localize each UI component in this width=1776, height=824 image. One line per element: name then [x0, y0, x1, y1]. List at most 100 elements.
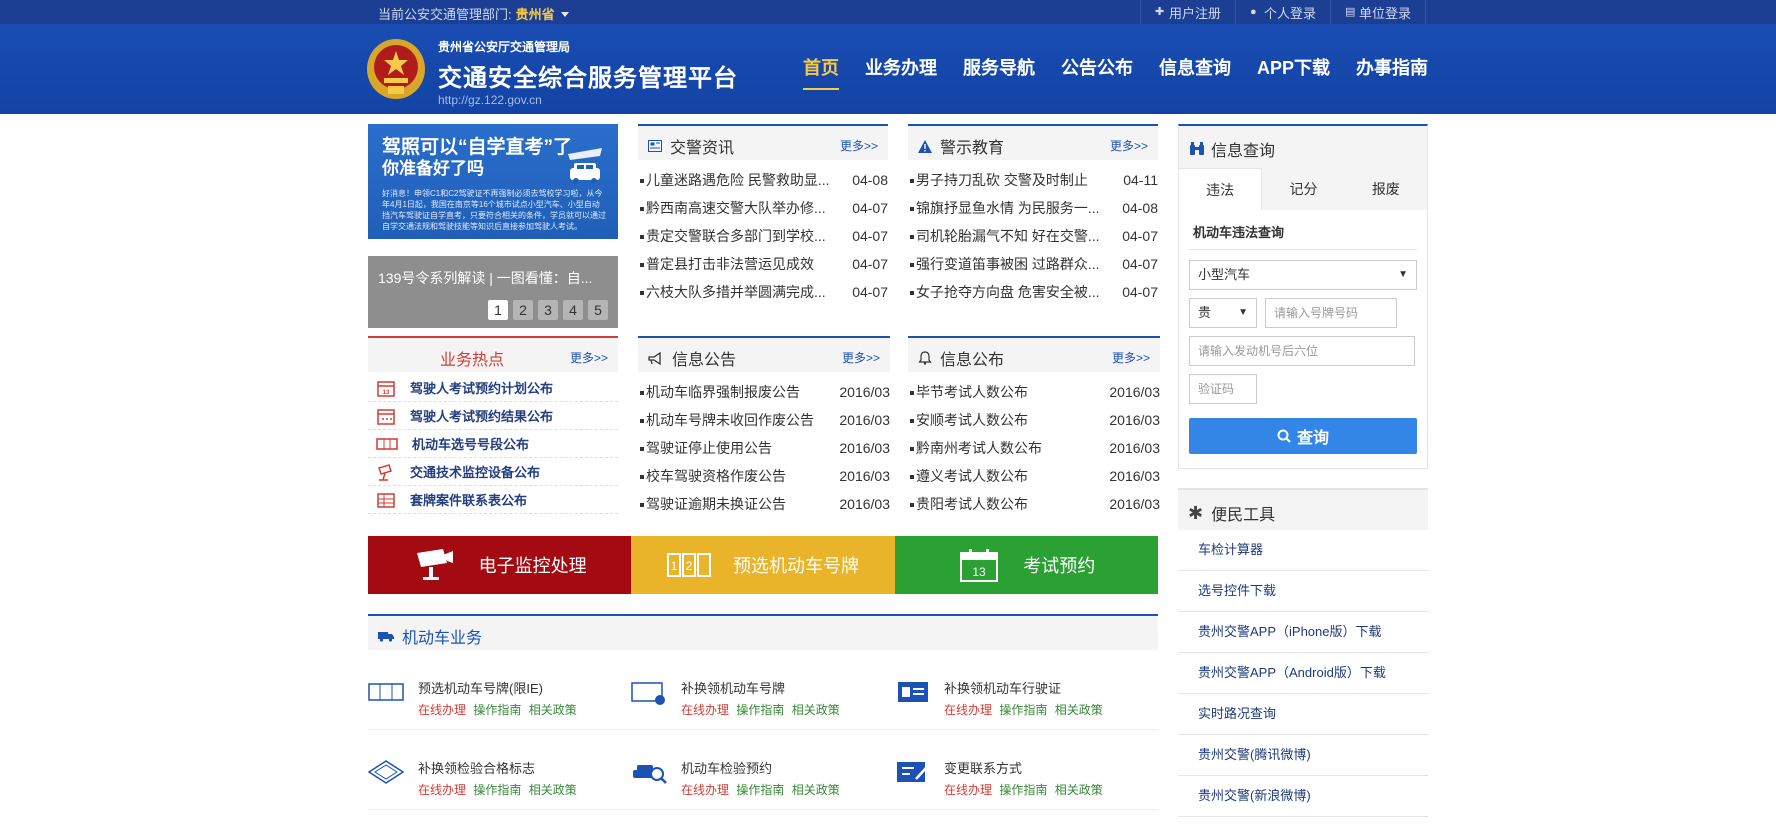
slider-dot-1[interactable]: 1 — [488, 300, 508, 320]
query-button[interactable]: 查询 — [1189, 418, 1417, 454]
related-policy-link[interactable]: 相关政策 — [1055, 783, 1103, 797]
list-item[interactable]: 贵州交警(腾讯微博) — [1178, 735, 1428, 776]
vehicle-item-inspection-mark[interactable]: 补换领检验合格标志 在线办理 操作指南 相关政策 — [368, 730, 631, 810]
list-item[interactable]: 强行变道笛事被困 过路群众... 04-07 — [908, 250, 1158, 278]
list-item[interactable]: 选号控件下载 — [1178, 571, 1428, 612]
list-item[interactable]: 贵阳考试人数公布 2016/03 — [908, 490, 1160, 518]
list-item[interactable]: 套牌案件联系表公布 — [368, 486, 618, 514]
exam-booking-button[interactable]: 13 考试预约 — [894, 536, 1158, 594]
vehicle-item-change-contact[interactable]: 变更联系方式 在线办理 操作指南 相关政策 — [894, 730, 1158, 810]
list-item[interactable]: 毕节考试人数公布 2016/03 — [908, 378, 1160, 406]
list-item[interactable]: 驾驶证逾期未换证公告 2016/03 — [638, 490, 890, 518]
news-date: 04-07 — [1122, 228, 1158, 244]
operation-guide-link[interactable]: 操作指南 — [473, 783, 521, 797]
nav-service-guide[interactable]: 服务导航 — [963, 54, 1035, 90]
nav-home[interactable]: 首页 — [802, 54, 839, 90]
list-item[interactable]: 机动车选号号段公布 — [368, 430, 618, 458]
list-item[interactable]: 儿童迷路遇危险 民警救助显... 04-08 — [638, 166, 888, 194]
list-item[interactable]: 贵州交警APP（Android版）下载 — [1178, 653, 1428, 694]
related-policy-link[interactable]: 相关政策 — [1055, 703, 1103, 717]
online-handle-link[interactable]: 在线办理 — [944, 783, 992, 797]
personal-login-link[interactable]: ● 个人登录 — [1234, 0, 1330, 24]
company-login-link[interactable]: ▤ 单位登录 — [1329, 0, 1426, 24]
list-item[interactable]: 机动车临界强制报废公告 2016/03 — [638, 378, 890, 406]
department-selector[interactable]: 当前公安交通管理部门: 贵州省 — [378, 4, 569, 23]
nav-guide[interactable]: 办事指南 — [1356, 54, 1428, 90]
nav-business[interactable]: 业务办理 — [865, 54, 937, 90]
list-item[interactable]: 贵州交警(新浪微博) — [1178, 776, 1428, 817]
list-item[interactable]: 六枝大队多措并举圆满完成... 04-07 — [638, 278, 888, 306]
list-item[interactable]: 13 驾驶人考试预约计划公布 — [368, 374, 618, 402]
list-item[interactable]: 黔南州考试人数公布 2016/03 — [908, 434, 1160, 462]
list-item[interactable]: 贵定交警联合多部门到学校... 04-07 — [638, 222, 888, 250]
info-publish-more-link[interactable]: 更多>> — [1112, 349, 1150, 366]
police-car-icon — [568, 148, 602, 184]
register-link[interactable]: ✚ 用户注册 — [1139, 0, 1235, 24]
list-item[interactable]: 遵义考试人数公布 2016/03 — [908, 462, 1160, 490]
nav-info-query[interactable]: 信息查询 — [1159, 54, 1231, 90]
related-policy-link[interactable]: 相关政策 — [792, 783, 840, 797]
tab-violation[interactable]: 违法 — [1179, 168, 1263, 210]
vehicle-type-select[interactable]: 小型汽车 ▼ — [1189, 260, 1417, 290]
online-handle-link[interactable]: 在线办理 — [418, 703, 466, 717]
list-item[interactable]: 男子持刀乱砍 交警及时制止 04-11 — [908, 166, 1158, 194]
nav-app-download[interactable]: APP下载 — [1257, 54, 1330, 90]
list-item[interactable]: 驾驶人考试预约结果公布 — [368, 402, 618, 430]
nav-announcements[interactable]: 公告公布 — [1061, 54, 1133, 90]
list-item[interactable]: 锦旗抒显鱼水情 为民服务一... 04-08 — [908, 194, 1158, 222]
list-item[interactable]: 校车驾驶资格作废公告 2016/03 — [638, 462, 890, 490]
list-item[interactable]: 贵州交警APP（iPhone版）下载 — [1178, 612, 1428, 653]
vehicle-item-preselect-plate[interactable]: 预选机动车号牌(限IE) 在线办理 操作指南 相关政策 — [368, 650, 631, 730]
account-links: ✚ 用户注册 ● 个人登录 ▤ 单位登录 — [1139, 0, 1426, 24]
vehicle-item-replace-plate[interactable]: 补换领机动车号牌 在线办理 操作指南 相关政策 — [631, 650, 894, 730]
hot-business-more-link[interactable]: 更多>> — [570, 349, 608, 366]
operation-guide-link[interactable]: 操作指南 — [473, 703, 521, 717]
traffic-news-more-link[interactable]: 更多>> — [840, 137, 878, 154]
tab-scrap[interactable]: 报废 — [1345, 168, 1427, 210]
operation-guide-link[interactable]: 操作指南 — [999, 703, 1047, 717]
list-item[interactable]: 实时路况查询 — [1178, 694, 1428, 735]
online-handle-link[interactable]: 在线办理 — [681, 783, 729, 797]
self-study-banner[interactable]: 驾照可以“自学直考”了 你准备好了吗 好消息！申领C1和C2驾驶证不再强制必须去… — [368, 124, 618, 239]
slider-caption[interactable]: 139号令系列解读 | 一图看懂：自... — [378, 268, 592, 288]
list-item[interactable]: 女子抢夺方向盘 危害安全被... 04-07 — [908, 278, 1158, 306]
electronic-monitoring-button[interactable]: 电子监控处理 — [368, 536, 632, 594]
list-item[interactable]: 交通技术监控设备公布 — [368, 458, 618, 486]
list-item[interactable]: 安顺考试人数公布 2016/03 — [908, 406, 1160, 434]
preselect-plate-button[interactable]: 12 预选机动车号牌 — [631, 536, 895, 594]
list-item[interactable]: 机动车号牌未收回作废公告 2016/03 — [638, 406, 890, 434]
slider-dot-3[interactable]: 3 — [538, 300, 558, 320]
slider-dot-4[interactable]: 4 — [563, 300, 583, 320]
list-item[interactable]: 车检计算器 — [1178, 530, 1428, 571]
list-item[interactable]: 司机轮胎漏气不知 好在交警... 04-07 — [908, 222, 1158, 250]
list-item[interactable]: 普定县打击非法营运见成效 04-07 — [638, 250, 888, 278]
department-value[interactable]: 贵州省 — [516, 7, 555, 22]
publish-title: 安顺考试人数公布 — [916, 412, 1028, 428]
list-item[interactable]: 黔西南高速交警大队举办修... 04-07 — [638, 194, 888, 222]
calendar-icon-day: 13 — [383, 390, 390, 396]
online-handle-link[interactable]: 在线办理 — [681, 703, 729, 717]
engine-number-input[interactable]: 请输入发动机号后六位 — [1189, 336, 1415, 366]
related-policy-link[interactable]: 相关政策 — [529, 783, 577, 797]
operation-guide-link[interactable]: 操作指南 — [999, 783, 1047, 797]
online-handle-link[interactable]: 在线办理 — [418, 783, 466, 797]
slider-dot-2[interactable]: 2 — [513, 300, 533, 320]
vehicle-item-inspection-booking[interactable]: 机动车检验预约 在线办理 操作指南 相关政策 — [631, 730, 894, 810]
police-emblem-logo[interactable] — [366, 38, 426, 100]
related-policy-link[interactable]: 相关政策 — [792, 703, 840, 717]
captcha-input[interactable]: 验证码 — [1189, 374, 1257, 404]
province-select[interactable]: 贵 ▼ — [1189, 298, 1257, 328]
related-policy-link[interactable]: 相关政策 — [529, 703, 577, 717]
news-slider[interactable]: 139号令系列解读 | 一图看懂：自... 1 2 3 4 5 — [368, 256, 618, 328]
slider-dot-5[interactable]: 5 — [588, 300, 608, 320]
caret-down-icon[interactable] — [560, 12, 569, 17]
info-notice-more-link[interactable]: 更多>> — [842, 349, 880, 366]
operation-guide-link[interactable]: 操作指南 — [736, 703, 784, 717]
operation-guide-link[interactable]: 操作指南 — [736, 783, 784, 797]
list-item[interactable]: 驾驶证停止使用公告 2016/03 — [638, 434, 890, 462]
warning-education-more-link[interactable]: 更多>> — [1110, 137, 1148, 154]
plate-number-input[interactable]: 请输入号牌号码 — [1265, 298, 1397, 328]
tab-points[interactable]: 记分 — [1262, 168, 1344, 210]
vehicle-item-replace-license[interactable]: 补换领机动车行驶证 在线办理 操作指南 相关政策 — [894, 650, 1158, 730]
online-handle-link[interactable]: 在线办理 — [944, 703, 992, 717]
